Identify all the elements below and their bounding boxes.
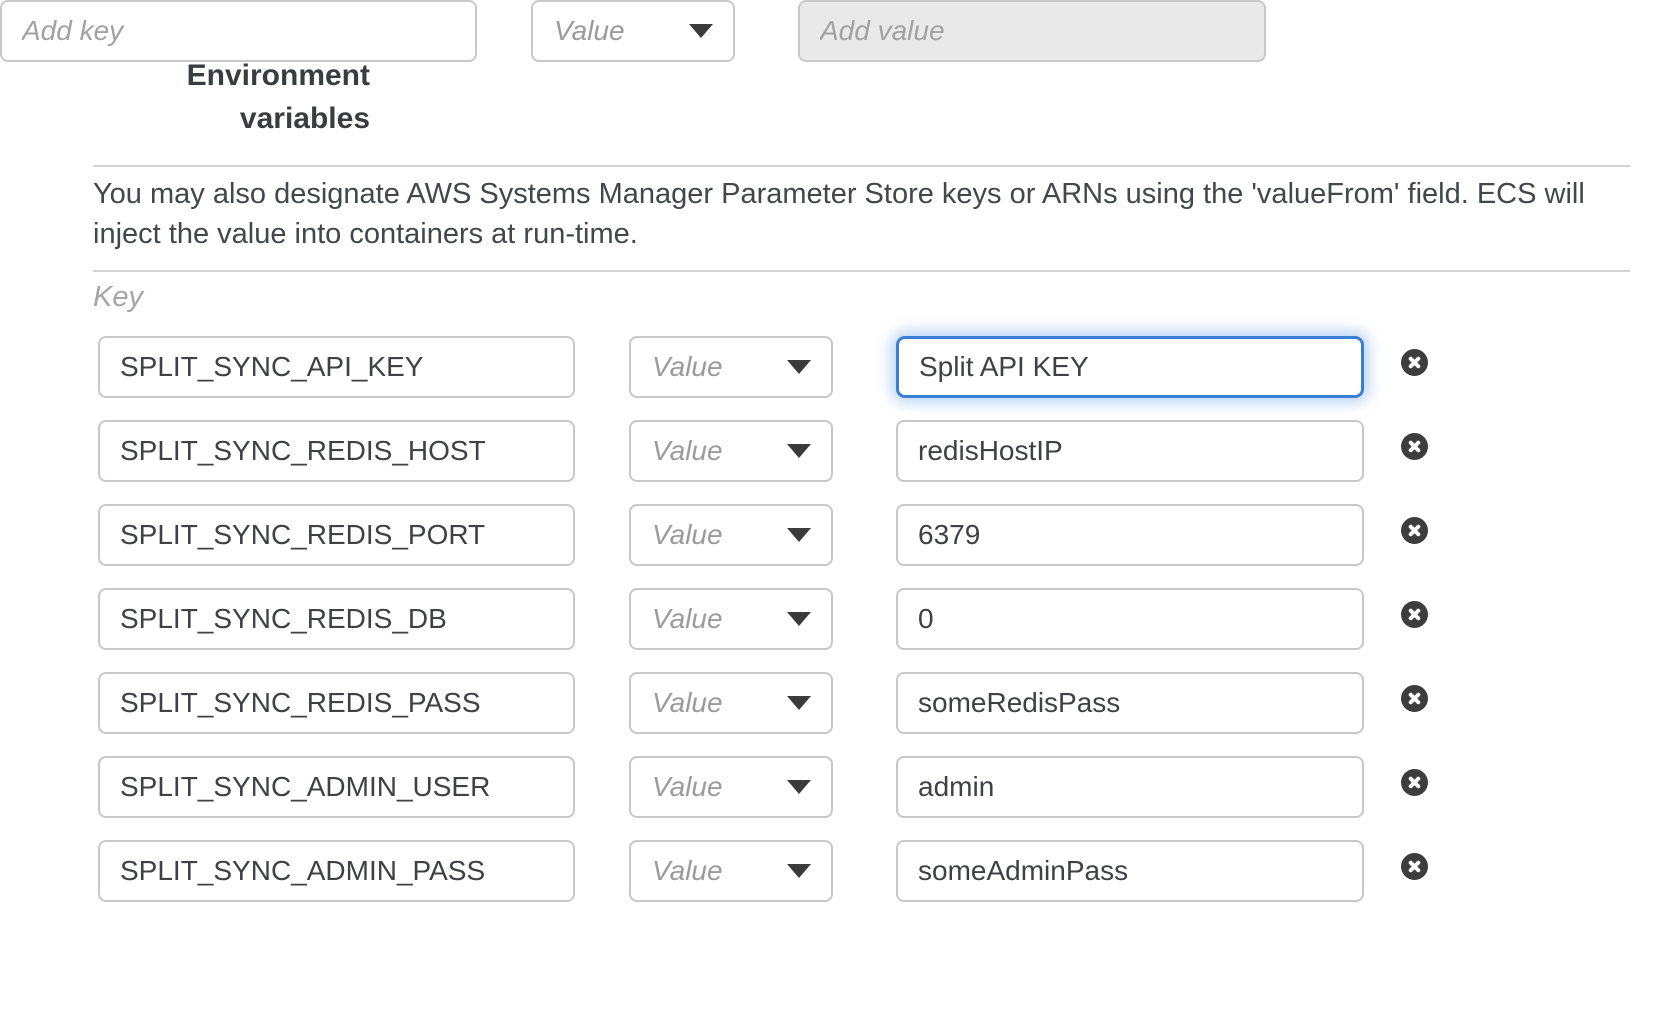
type-select[interactable]: Value — [629, 756, 833, 818]
env-var-row: Value — [98, 504, 1428, 566]
key-column-header: Key — [93, 281, 143, 314]
x-circle-icon — [1407, 775, 1422, 790]
chevron-down-icon — [689, 24, 713, 38]
type-select[interactable]: Value — [531, 0, 735, 62]
type-select[interactable]: Value — [629, 420, 833, 482]
remove-row-button[interactable] — [1401, 433, 1428, 460]
env-var-row: Value — [98, 756, 1428, 818]
env-var-row: Value — [98, 672, 1428, 734]
env-key-input[interactable] — [98, 756, 575, 818]
divider — [93, 165, 1630, 167]
env-var-rows: Value Value — [98, 336, 1428, 924]
env-value-input[interactable] — [896, 504, 1364, 566]
type-select[interactable]: Value — [629, 504, 833, 566]
remove-row-button[interactable] — [1401, 769, 1428, 796]
env-key-input[interactable] — [98, 504, 575, 566]
env-var-row: Value — [98, 420, 1428, 482]
env-key-input[interactable] — [98, 420, 575, 482]
remove-row-button[interactable] — [1401, 601, 1428, 628]
env-var-row: Value — [98, 840, 1428, 902]
env-value-input[interactable] — [896, 672, 1364, 734]
chevron-down-icon — [787, 612, 811, 626]
chevron-down-icon — [787, 444, 811, 458]
x-circle-icon — [1407, 607, 1422, 622]
env-value-input[interactable] — [896, 336, 1364, 398]
environment-variables-section: Environment variables You may also desig… — [0, 0, 1678, 1018]
remove-row-button[interactable] — [1401, 517, 1428, 544]
type-select[interactable]: Value — [629, 672, 833, 734]
chevron-down-icon — [787, 360, 811, 374]
env-key-input[interactable] — [98, 336, 575, 398]
remove-row-button[interactable] — [1401, 349, 1428, 376]
x-circle-icon — [1407, 859, 1422, 874]
remove-row-button[interactable] — [1401, 685, 1428, 712]
type-select-value: Value — [652, 519, 723, 551]
type-select-value: Value — [554, 15, 625, 47]
add-key-input[interactable] — [0, 0, 477, 62]
x-circle-icon — [1407, 691, 1422, 706]
type-select-value: Value — [652, 351, 723, 383]
type-select-value: Value — [652, 855, 723, 887]
x-circle-icon — [1407, 355, 1422, 370]
type-select[interactable]: Value — [629, 840, 833, 902]
env-key-input[interactable] — [98, 840, 575, 902]
env-value-input[interactable] — [896, 588, 1364, 650]
env-value-input[interactable] — [896, 756, 1364, 818]
chevron-down-icon — [787, 864, 811, 878]
type-select-value: Value — [652, 771, 723, 803]
x-circle-icon — [1407, 523, 1422, 538]
remove-row-button[interactable] — [1401, 853, 1428, 880]
env-value-input[interactable] — [896, 840, 1364, 902]
type-select-value: Value — [652, 687, 723, 719]
type-select[interactable]: Value — [629, 336, 833, 398]
type-select[interactable]: Value — [629, 588, 833, 650]
env-var-add-row: Value — [0, 0, 1678, 62]
type-select-value: Value — [652, 603, 723, 635]
type-select-value: Value — [652, 435, 723, 467]
section-title: Environment variables — [130, 54, 370, 140]
x-circle-icon — [1407, 439, 1422, 454]
add-value-input[interactable] — [798, 0, 1266, 62]
chevron-down-icon — [787, 780, 811, 794]
chevron-down-icon — [787, 528, 811, 542]
env-key-input[interactable] — [98, 672, 575, 734]
env-var-row: Value — [98, 588, 1428, 650]
chevron-down-icon — [787, 696, 811, 710]
env-key-input[interactable] — [98, 588, 575, 650]
divider — [93, 270, 1630, 272]
env-var-row: Value — [98, 336, 1428, 398]
env-value-input[interactable] — [896, 420, 1364, 482]
section-description: You may also designate AWS Systems Manag… — [93, 174, 1630, 254]
